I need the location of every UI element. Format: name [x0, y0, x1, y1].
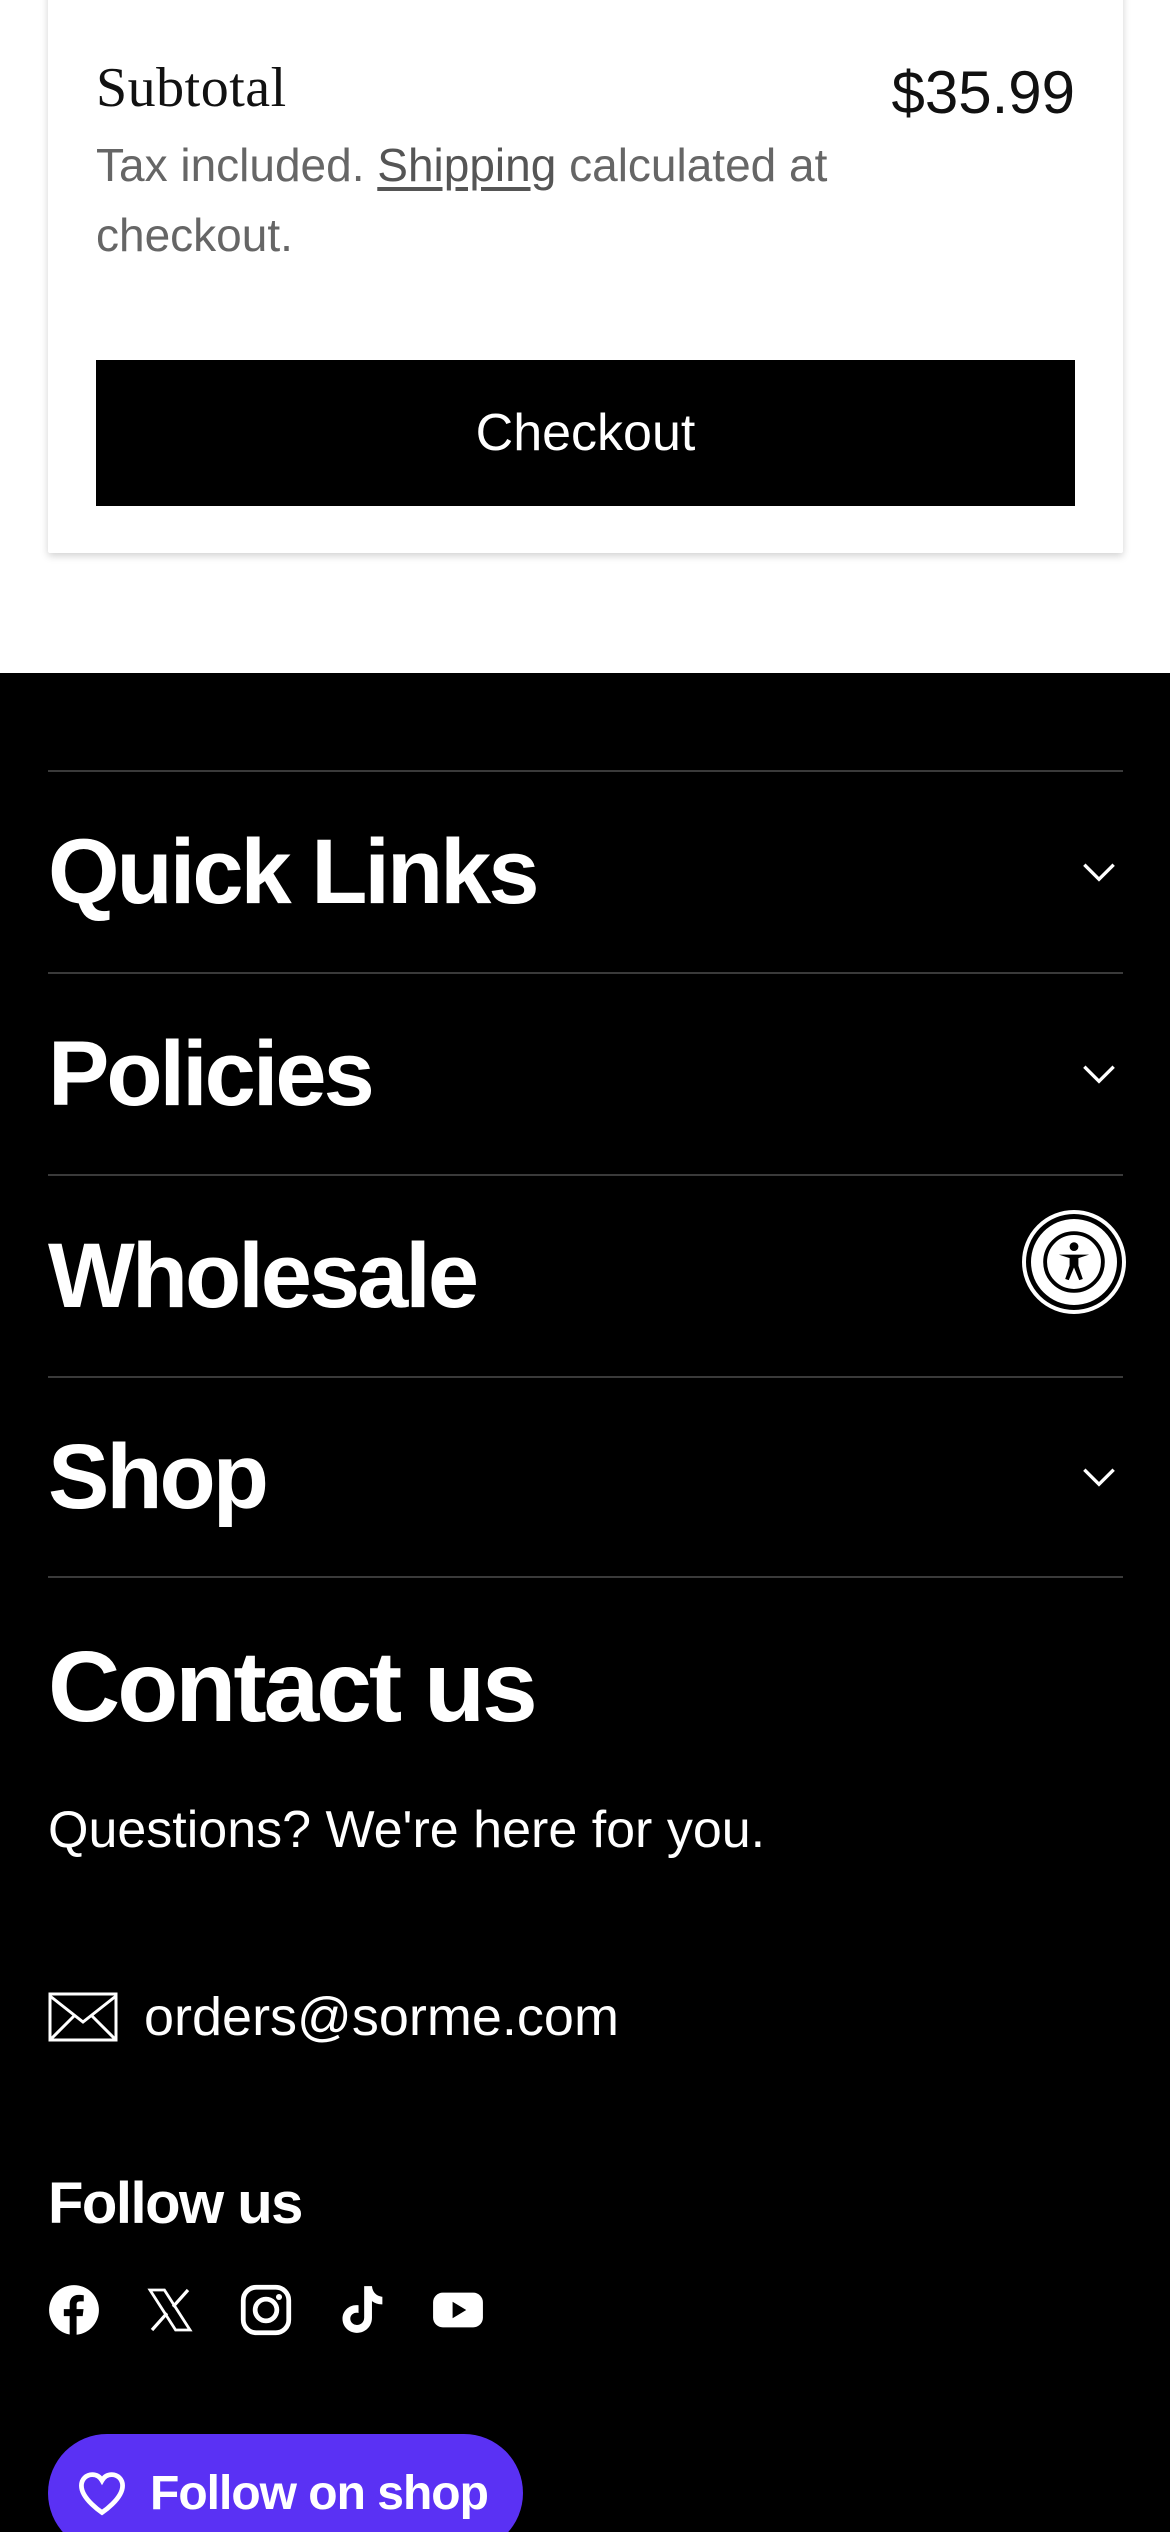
person-icon [1043, 1231, 1105, 1293]
footer-section-quick-links[interactable]: Quick Links [48, 770, 1123, 972]
subtotal-label: Subtotal [96, 57, 287, 119]
contact-email-link[interactable]: orders@sorme.com [48, 1986, 619, 2048]
footer-section-wholesale[interactable]: Wholesale [48, 1174, 1123, 1376]
chevron-down-icon [1083, 863, 1115, 882]
chevron-down-icon [1083, 1468, 1115, 1487]
contact-subtitle: Questions? We're here for you. [48, 1801, 766, 1859]
footer-section-policies[interactable]: Policies [48, 972, 1123, 1174]
footer-section-title: Quick Links [48, 820, 539, 923]
social-links [48, 2284, 484, 2336]
follow-on-shop-label: Follow on shop [150, 2466, 489, 2520]
cart-summary-area: Subtotal $35.99 Tax included. Shipping c… [0, 0, 1170, 673]
instagram-icon[interactable] [240, 2284, 292, 2336]
tiktok-icon[interactable] [336, 2284, 388, 2336]
facebook-icon[interactable] [48, 2284, 100, 2336]
shipping-link[interactable]: Shipping [377, 139, 556, 191]
follow-us-title: Follow us [48, 2171, 303, 2236]
heart-icon [79, 2472, 125, 2516]
checkout-button[interactable]: Checkout [96, 360, 1075, 506]
cart-summary-card: Subtotal $35.99 Tax included. Shipping c… [48, 0, 1123, 553]
youtube-icon[interactable] [432, 2284, 484, 2336]
x-icon[interactable] [144, 2284, 196, 2336]
contact-title: Contact us [48, 1631, 538, 1743]
contact-email: orders@sorme.com [144, 1987, 619, 2047]
subtotal-value: $35.99 [891, 59, 1075, 126]
follow-on-shop-button[interactable]: Follow on shop [48, 2434, 523, 2532]
chevron-down-icon [1083, 1065, 1115, 1084]
footer-section-shop[interactable]: Shop [48, 1376, 1123, 1578]
accessibility-button[interactable] [1022, 1210, 1126, 1314]
tax-note: Tax included. Shipping calculated at che… [96, 130, 996, 270]
footer-section-title: Shop [48, 1425, 269, 1528]
mail-icon [48, 1992, 118, 2042]
footer-section-title: Policies [48, 1022, 375, 1125]
tax-note-prefix: Tax included. [96, 139, 378, 191]
accessibility-icon [1031, 1219, 1117, 1305]
site-footer: Quick Links Policies Wholesale Shop [0, 673, 1170, 2532]
footer-section-title: Wholesale [48, 1224, 479, 1327]
